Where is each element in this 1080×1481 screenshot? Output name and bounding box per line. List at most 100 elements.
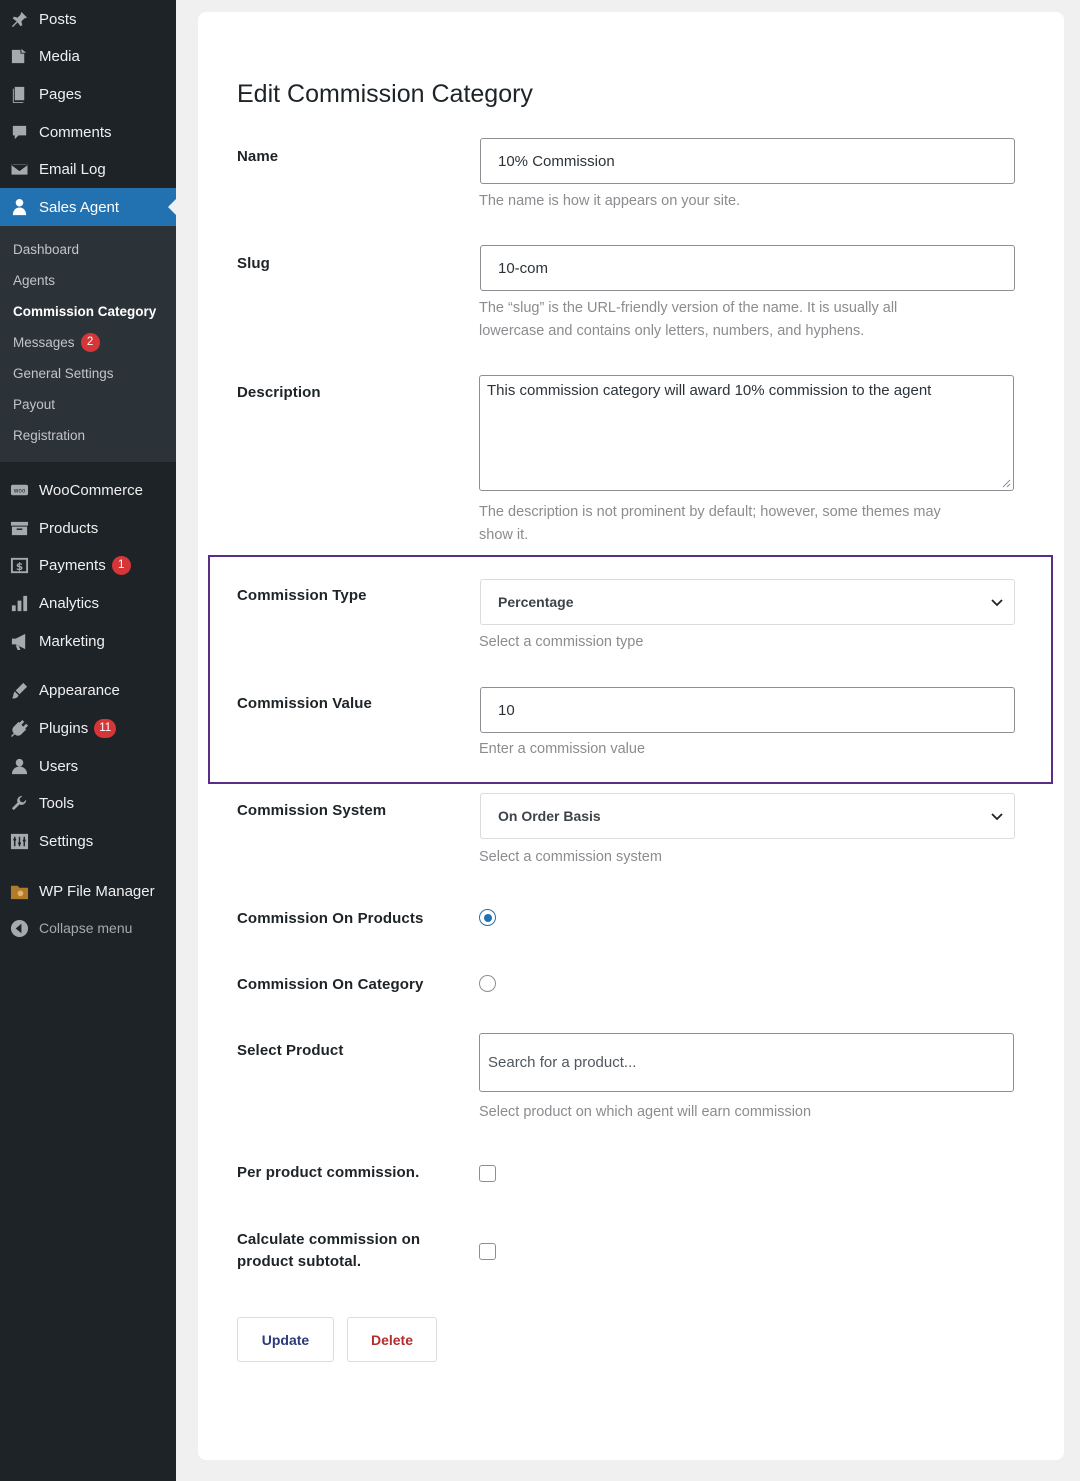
description-textarea[interactable]: This commission category will award 10% … [479, 375, 1014, 491]
menu-label: Settings [39, 832, 94, 850]
menu-item-pages[interactable]: Pages [0, 75, 176, 113]
name-help: The name is how it appears on your site. [479, 193, 741, 209]
per-product-label: Per product commission. [237, 1164, 420, 1181]
megaphone-icon [9, 631, 29, 651]
submenu-label: General Settings [13, 365, 114, 381]
pin-icon [9, 9, 29, 29]
menu-item-settings[interactable]: Settings [0, 822, 176, 860]
menu-item-comments[interactable]: Comments [0, 113, 176, 151]
description-label: Description [237, 384, 321, 401]
menu-item-plugins[interactable]: Plugins 11 [0, 709, 176, 747]
select-product-help: Select product on which agent will earn … [479, 1104, 812, 1120]
menu-item-woocommerce[interactable]: woo WooCommerce [0, 471, 176, 509]
plug-icon [9, 718, 29, 738]
commission-type-label: Commission Type [237, 587, 367, 604]
users-icon [9, 756, 29, 776]
menu-label: Pages [39, 85, 82, 103]
submenu-messages[interactable]: Messages 2 [13, 332, 100, 352]
menu-item-email-log[interactable]: Email Log [0, 150, 176, 188]
subtotal-label-line: Calculate commission on [237, 1231, 421, 1248]
slug-value: 10-com [498, 259, 549, 277]
admin-sidebar: Posts Media Pages Comments Email Log Sal… [0, 0, 176, 1481]
sales-agent-submenu: Dashboard Agents Commission Category Mes… [0, 226, 176, 462]
commission-on-products-radio[interactable] [479, 909, 496, 926]
media-icon [9, 46, 29, 66]
menu-item-media[interactable]: Media [0, 37, 176, 75]
menu-item-analytics[interactable]: Analytics [0, 584, 176, 622]
menu-label: WooCommerce [39, 481, 143, 499]
svg-text:$: $ [15, 560, 22, 572]
name-value: 10% Commission [498, 152, 615, 170]
chevron-down-icon [991, 813, 1003, 821]
menu-item-wp-file-manager[interactable]: WP File Manager [0, 872, 176, 910]
menu-label: Products [39, 519, 99, 537]
commission-value-help: Enter a commission value [479, 741, 646, 757]
submenu-dashboard[interactable]: Dashboard [13, 239, 79, 259]
resize-grip-icon[interactable] [1001, 478, 1011, 488]
description-help: The description is not prominent by defa… [479, 501, 999, 547]
folder-icon [9, 881, 29, 901]
commission-system-help: Select a commission system [479, 849, 662, 865]
update-button[interactable]: Update [237, 1317, 334, 1362]
name-field[interactable]: 10% Commission [480, 138, 1015, 184]
slug-help: The “slug” is the URL-friendly version o… [479, 297, 999, 343]
payments-count-badge: 1 [111, 555, 131, 575]
name-label: Name [237, 148, 279, 165]
email-icon [9, 159, 29, 179]
submenu-payout[interactable]: Payout [13, 394, 55, 414]
submenu-general-settings[interactable]: General Settings [13, 363, 114, 383]
archive-icon [9, 518, 29, 538]
per-product-checkbox[interactable] [479, 1165, 496, 1182]
commission-system-label: Commission System [237, 802, 387, 819]
submenu-commission-category[interactable]: Commission Category [13, 301, 156, 321]
commission-system-value: On Order Basis [498, 808, 601, 824]
commission-value: 10 [498, 701, 515, 719]
product-search-input[interactable]: Search for a product... [479, 1033, 1014, 1092]
description-help-line: show it. [479, 527, 529, 543]
menu-item-posts[interactable]: Posts [0, 0, 176, 38]
messages-count-badge: 2 [80, 332, 100, 352]
menu-label: Tools [39, 794, 75, 812]
menu-label: Marketing [39, 632, 105, 650]
submenu-agents[interactable]: Agents [13, 270, 55, 290]
svg-text:woo: woo [13, 488, 25, 494]
plugins-count-badge: 11 [94, 718, 117, 738]
submenu-label: Messages [13, 334, 75, 350]
menu-item-products[interactable]: Products [0, 509, 176, 547]
slug-help-line: lowercase and contains only letters, num… [479, 323, 865, 339]
subtotal-checkbox[interactable] [479, 1243, 496, 1260]
select-product-label: Select Product [237, 1042, 344, 1059]
user-icon [9, 197, 29, 217]
edit-form-card: Edit Commission Category Name 10% Commis… [198, 12, 1064, 1460]
menu-item-payments[interactable]: $ Payments 1 [0, 546, 176, 584]
commission-value-field[interactable]: 10 [480, 687, 1015, 733]
menu-label: Plugins [39, 719, 89, 737]
menu-label: WP File Manager [39, 882, 155, 900]
commission-on-category-radio[interactable] [479, 975, 496, 992]
menu-item-users[interactable]: Users [0, 747, 176, 785]
submenu-label: Payout [13, 396, 56, 412]
woo-icon: woo [9, 480, 29, 500]
commission-on-category-label: Commission On Category [237, 976, 424, 993]
submenu-label: Commission Category [13, 303, 157, 319]
settings-icon [9, 831, 29, 851]
description-value: This commission category will award 10% … [487, 382, 932, 399]
menu-label: Media [39, 47, 80, 65]
commission-system-select[interactable]: On Order Basis [480, 793, 1015, 839]
collapse-label: Collapse menu [39, 920, 133, 936]
menu-item-appearance[interactable]: Appearance [0, 671, 176, 709]
commission-type-help: Select a commission type [479, 634, 644, 650]
submenu-label: Agents [13, 272, 56, 288]
menu-label: Posts [39, 10, 77, 28]
commission-type-select[interactable]: Percentage [480, 579, 1015, 625]
chevron-down-icon [991, 599, 1003, 607]
brush-icon [9, 680, 29, 700]
subtotal-label: Calculate commission on product subtotal… [237, 1229, 437, 1273]
collapse-menu-button[interactable]: Collapse menu [0, 909, 176, 947]
menu-item-tools[interactable]: Tools [0, 784, 176, 822]
submenu-registration[interactable]: Registration [13, 425, 85, 445]
slug-field[interactable]: 10-com [480, 245, 1015, 291]
menu-item-sales-agent[interactable]: Sales Agent [0, 188, 176, 226]
menu-item-marketing[interactable]: Marketing [0, 622, 176, 660]
delete-button[interactable]: Delete [347, 1317, 437, 1362]
